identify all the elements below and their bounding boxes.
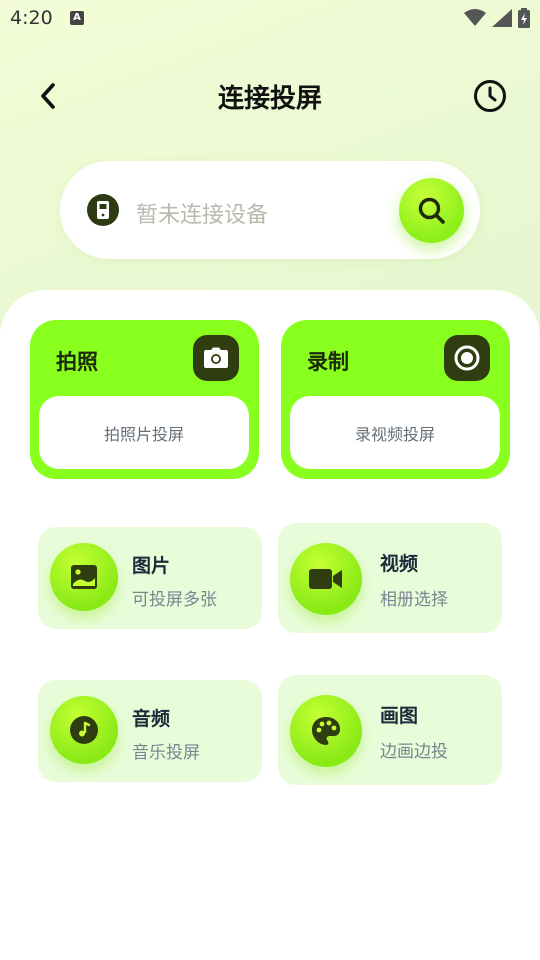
card-title: 录制 [307,350,349,374]
video-cast-card[interactable]: 视频 相册选择 [278,523,502,633]
connection-status-text: 暂未连接设备 [136,203,269,228]
card-title: 音频 [132,708,171,730]
card-title: 视频 [380,553,419,575]
wifi-icon [464,9,486,26]
card-subtitle: 音乐投屏 [132,743,200,763]
photo-cast-card[interactable]: 拍照 拍照片投屏 [30,320,259,479]
status-icons [464,8,530,28]
draw-cast-card[interactable]: 画图 边画边投 [278,675,502,785]
header: 连接投屏 [0,70,540,122]
photo-cast-button[interactable]: 拍照片投屏 [39,396,249,469]
video-icon [290,543,362,615]
history-button[interactable] [472,78,508,114]
record-cast-card[interactable]: 录制 录视频投屏 [281,320,510,479]
status-time: 4:20 [10,7,53,29]
battery-icon [518,8,530,28]
device-icon [87,194,119,226]
palette-icon [290,695,362,767]
card-title: 拍照 [56,350,98,374]
card-subtitle: 相册选择 [380,590,448,610]
audio-cast-card[interactable]: 音频 音乐投屏 [38,680,262,782]
clock-icon [474,80,506,112]
card-title: 画图 [380,705,419,727]
card-subtitle: 可投屏多张 [132,590,217,610]
main-sheet: 拍照 拍照片投屏 录制 录视频投屏 图片 可投屏多张 视频 相册选择 音频 音乐… [0,290,540,960]
device-search-card[interactable]: 暂未连接设备 [60,161,480,259]
camera-icon [193,335,239,381]
image-icon [50,543,118,611]
image-cast-card[interactable]: 图片 可投屏多张 [38,527,262,629]
search-button[interactable] [399,178,464,243]
record-cast-button[interactable]: 录视频投屏 [290,396,500,469]
card-subtitle: 边画边投 [380,742,448,762]
card-title: 图片 [132,555,171,577]
page-title: 连接投屏 [217,84,322,114]
status-bar: 4:20 A [0,0,540,36]
notification-icon: A [70,11,84,25]
record-icon [444,335,490,381]
signal-icon [492,9,512,27]
search-icon [418,197,445,224]
music-icon [50,696,118,764]
